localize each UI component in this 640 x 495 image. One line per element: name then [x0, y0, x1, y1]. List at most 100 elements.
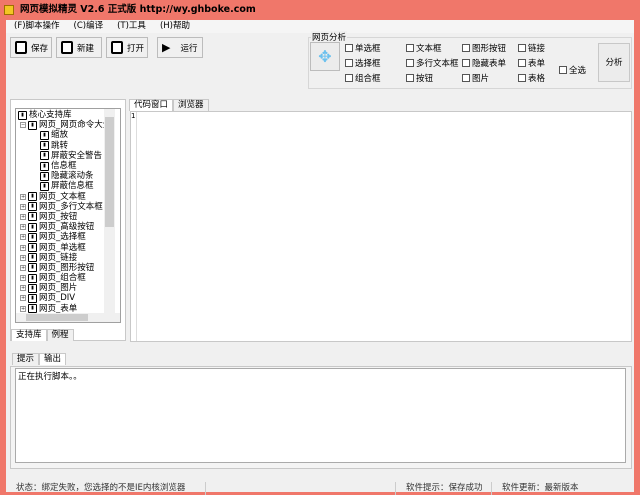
status-hint: 软件提示：保存成功 — [396, 482, 492, 495]
checkbox-column: 链接 表单 表格 — [518, 41, 545, 84]
tab-output[interactable]: 输出 — [39, 353, 67, 365]
menu-help[interactable]: (H)帮助 — [160, 20, 190, 33]
expand-icon: + — [20, 264, 26, 271]
module-icon: ▮ — [28, 192, 37, 202]
checkbox-radio[interactable]: 单选框 — [345, 41, 381, 54]
expand-icon: + — [20, 224, 26, 231]
tree-node[interactable]: + ▮ 网页_高级按钮 — [18, 222, 118, 232]
module-icon: ▮ — [28, 273, 37, 283]
output-textarea[interactable]: 正在执行脚本。。 — [15, 368, 626, 463]
command-icon: ▮ — [40, 161, 49, 171]
checkbox-column: 单选框 选择框 组合框 — [345, 41, 381, 84]
tree-node[interactable]: + ▮ 网页_多行文本框 — [18, 202, 118, 212]
module-icon: ▮ — [28, 293, 37, 303]
play-icon: ▶ — [162, 41, 171, 54]
tree-node[interactable]: + ▮ 网页_图片 — [18, 283, 118, 293]
module-icon: ▮ — [28, 222, 37, 232]
checkbox-table[interactable]: 表格 — [518, 71, 545, 84]
module-icon: ▮ — [28, 283, 37, 293]
open-label: 打开 — [127, 43, 145, 54]
module-icon: ▮ — [28, 212, 37, 222]
menu-script[interactable]: (F)脚本操作 — [14, 20, 60, 33]
status-bar: 状态：绑定失败，您选择的不是IE内核浏览器 软件提示：保存成功 软件更新：最新版… — [6, 482, 634, 495]
command-icon: ▮ — [40, 151, 49, 161]
save-label: 保存 — [31, 43, 49, 54]
tree-node[interactable]: + ▮ 网页_选择框 — [18, 232, 118, 242]
tree-leaf[interactable]: ▮ 缩放 — [18, 130, 118, 140]
module-icon: ▮ — [28, 253, 37, 263]
window-title: 网页模拟精灵 V2.6 正式版 http://wy.ghboke.com — [20, 4, 256, 15]
tab-examples[interactable]: 例程 — [46, 329, 74, 341]
tree-leaf[interactable]: ▮ 隐藏滚动条 — [18, 171, 118, 181]
module-icon: ▮ — [28, 243, 37, 253]
tree-leaf[interactable]: ▮ 跳转 — [18, 141, 118, 151]
checkbox-combo[interactable]: 组合框 — [345, 71, 381, 84]
expand-icon: + — [20, 254, 26, 261]
expand-icon: + — [20, 305, 26, 312]
tree-node-expanded[interactable]: − ▮ 网页_网页命令大全 — [18, 120, 118, 130]
save-button[interactable]: 保存 — [10, 37, 52, 58]
tab-code-window[interactable]: 代码窗口 — [129, 99, 174, 111]
new-label: 新建 — [77, 43, 95, 54]
module-icon: ▮ — [28, 304, 37, 314]
command-icon: ▮ — [40, 171, 49, 181]
tree-node[interactable]: + ▮ 网页_按钮 — [18, 212, 118, 222]
expand-icon: + — [20, 234, 26, 241]
analyze-button[interactable]: 分析 — [598, 43, 630, 82]
checkbox-form[interactable]: 表单 — [518, 56, 545, 69]
expand-icon: + — [20, 295, 26, 302]
module-icon: ▮ — [28, 232, 37, 242]
new-button[interactable]: 新建 — [56, 37, 102, 58]
expand-icon: + — [20, 285, 26, 292]
open-folder-icon — [111, 41, 123, 54]
module-icon: ▮ — [28, 120, 37, 130]
tree-node[interactable]: + ▮ 网页_DIV — [18, 293, 118, 303]
tab-library[interactable]: 支持库 — [11, 329, 47, 341]
checkbox-select-all[interactable]: 全选 — [559, 63, 586, 76]
module-icon: ▮ — [28, 263, 37, 273]
checkbox-button[interactable]: 按钮 — [406, 71, 459, 84]
status-update: 软件更新：最新版本 — [502, 483, 579, 493]
new-file-icon — [61, 41, 73, 54]
tree-vertical-scrollbar[interactable] — [104, 109, 115, 313]
checkbox-link[interactable]: 链接 — [518, 41, 545, 54]
checkbox-multiline[interactable]: 多行文本框 — [406, 56, 459, 69]
tree-node[interactable]: + ▮ 网页_文本框 — [18, 192, 118, 202]
menu-compile[interactable]: (C)编译 — [74, 20, 104, 33]
command-icon: ▮ — [40, 141, 49, 151]
tree-leaf[interactable]: ▮ 信息框 — [18, 161, 118, 171]
checkbox-select[interactable]: 选择框 — [345, 56, 381, 69]
expand-icon: + — [20, 203, 26, 210]
checkbox-image-button[interactable]: 图形按钮 — [462, 41, 506, 54]
menu-tools[interactable]: (T)工具 — [117, 20, 146, 33]
expand-icon: + — [20, 275, 26, 282]
tab-hint[interactable]: 提示 — [12, 353, 40, 365]
code-editor[interactable] — [130, 111, 632, 342]
tree-node[interactable]: + ▮ 网页_链接 — [18, 253, 118, 263]
tree-leaf[interactable]: ▮ 屏蔽安全警告 — [18, 151, 118, 161]
checkbox-column: 图形按钮 隐藏表单 图片 — [462, 41, 506, 84]
checkbox-textbox[interactable]: 文本框 — [406, 41, 459, 54]
checkbox-image[interactable]: 图片 — [462, 71, 506, 84]
tree-node[interactable]: + ▮ 网页_组合框 — [18, 273, 118, 283]
tree-node[interactable]: + ▮ 网页_单选框 — [18, 242, 118, 253]
collapse-icon: − — [20, 122, 26, 129]
tree-node[interactable]: + ▮ 网页_图形按钮 — [18, 263, 118, 273]
crosshair-picker-button[interactable]: ✥ — [310, 42, 340, 71]
expand-icon: + — [20, 213, 26, 220]
module-icon: ▮ — [28, 202, 37, 212]
command-icon: ▮ — [40, 130, 49, 140]
tree-horizontal-scrollbar[interactable] — [16, 313, 120, 322]
line-number: 1 — [131, 112, 137, 341]
tree-root[interactable]: ▮ 核心支持库 — [18, 110, 118, 120]
checkbox-hidden-form[interactable]: 隐藏表单 — [462, 56, 506, 69]
status-binding: 状态：绑定失败，您选择的不是IE内核浏览器 — [6, 482, 206, 495]
checkbox-column: 文本框 多行文本框 按钮 — [406, 41, 459, 84]
status-empty — [206, 482, 396, 495]
expand-icon: + — [20, 193, 26, 200]
open-button[interactable]: 打开 — [106, 37, 148, 58]
run-label: 运行 — [180, 43, 198, 54]
tree-leaf[interactable]: ▮ 屏蔽信息框 — [18, 181, 118, 191]
run-button[interactable]: ▶ 运行 — [157, 37, 203, 58]
tab-browser[interactable]: 浏览器 — [173, 99, 209, 111]
